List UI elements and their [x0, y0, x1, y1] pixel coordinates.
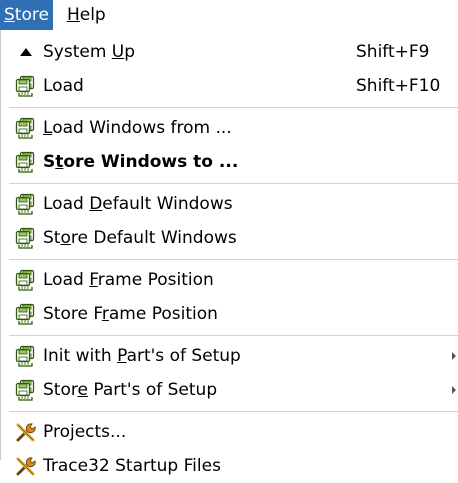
- diskette-stack-icon: [15, 151, 37, 173]
- menu-item-label: Init with Part's of Setup: [43, 346, 241, 366]
- menu-item-load-default-windows[interactable]: Load Default Windows: [1, 187, 458, 221]
- diskette-stack-icon: [15, 193, 37, 215]
- submenu-arrow-icon: [452, 352, 456, 360]
- menu-item-label: Projects...: [43, 422, 127, 442]
- menu-item-store-default-windows[interactable]: Store Default Windows: [1, 221, 458, 255]
- menu-item-system-up[interactable]: System Up Shift+F9: [1, 35, 458, 69]
- menu-bar: Store Help: [0, 0, 458, 30]
- menu-item-trace32-startup-files[interactable]: Trace32 Startup Files: [1, 449, 458, 483]
- menu-help[interactable]: Help: [53, 0, 116, 30]
- diskette-stack-icon: [15, 303, 37, 325]
- diskette-stack-icon: [15, 75, 37, 97]
- wrench-screwdriver-icon: [15, 455, 37, 477]
- diskette-stack-icon: [15, 117, 37, 139]
- shortcut-text: Shift+F10: [356, 76, 441, 96]
- diskette-stack-icon: [15, 345, 37, 367]
- menu-item-projects[interactable]: Projects...: [1, 415, 458, 449]
- submenu-arrow-icon: [452, 386, 456, 394]
- menu-item-store-parts[interactable]: Store Part's of Setup: [1, 373, 458, 407]
- menu-item-label: Store Windows to ...: [43, 152, 239, 172]
- menu-item-store-frame-position[interactable]: Store Frame Position: [1, 297, 458, 331]
- menu-separator: [9, 259, 458, 260]
- diskette-stack-icon: [15, 379, 37, 401]
- menu-item-init-with-parts[interactable]: Init with Part's of Setup: [1, 339, 458, 373]
- triangle-up-icon: [15, 41, 37, 63]
- menu-separator: [9, 107, 458, 108]
- menu-item-label: Load Windows from ...: [43, 118, 232, 138]
- menu-item-label: System Up: [43, 42, 136, 62]
- menu-item-label: Load Default Windows: [43, 194, 233, 214]
- menu-item-label: Load Frame Position: [43, 270, 214, 290]
- menu-store[interactable]: Store: [0, 0, 53, 30]
- menu-item-label: Store Default Windows: [43, 228, 237, 248]
- menu-separator: [9, 411, 458, 412]
- menu-item-load-windows-from[interactable]: Load Windows from ...: [1, 111, 458, 145]
- menu-separator: [9, 335, 458, 336]
- menu-item-load[interactable]: Load Shift+F10: [1, 69, 458, 103]
- menu-item-label: Store Frame Position: [43, 304, 218, 324]
- shortcut-text: Shift+F9: [356, 42, 430, 62]
- menu-store-label: Store: [4, 5, 49, 25]
- diskette-stack-icon: [15, 227, 37, 249]
- menu-item-load-frame-position[interactable]: Load Frame Position: [1, 263, 458, 297]
- diskette-stack-icon: [15, 269, 37, 291]
- wrench-screwdriver-icon: [15, 421, 37, 443]
- menu-help-label: Help: [66, 5, 106, 25]
- menu-item-label: Trace32 Startup Files: [43, 456, 221, 476]
- menu-separator: [9, 183, 458, 184]
- menu-item-label: Store Part's of Setup: [43, 380, 218, 400]
- menu-item-store-windows-to[interactable]: Store Windows to ...: [1, 145, 458, 179]
- store-dropdown-menu: System Up Shift+F9 Load Shift+F10 Load W…: [0, 30, 458, 476]
- menu-item-label: Load: [43, 76, 84, 96]
